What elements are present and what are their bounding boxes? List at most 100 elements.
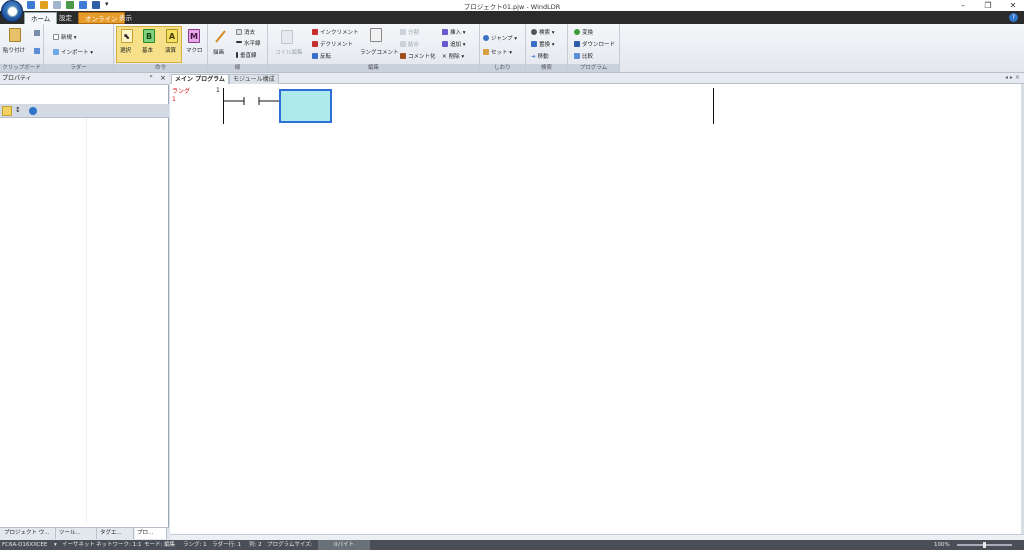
pin-icon[interactable]: ᵖ	[150, 74, 153, 81]
delete-button[interactable]: ✕ 削除 ▾	[442, 52, 464, 60]
restore-button[interactable]: ❐	[980, 0, 996, 11]
convert-button[interactable]: 変換	[574, 28, 593, 36]
rung-number: 1	[172, 96, 176, 103]
status-rung: ラング: 1	[183, 542, 207, 548]
decrement-icon	[312, 41, 318, 47]
replace-icon	[531, 41, 537, 47]
coil-edit-icon	[281, 30, 293, 44]
ladder-editor[interactable]	[170, 84, 1021, 534]
group-label: クリップボード	[0, 64, 43, 72]
cut-icon[interactable]	[34, 30, 40, 36]
hline-icon	[236, 41, 242, 43]
macro-instruction-icon[interactable]: M	[188, 29, 200, 43]
calc-instruction-icon[interactable]: A	[166, 29, 178, 43]
insert-icon	[442, 29, 448, 35]
draw-button[interactable]: 描画	[213, 48, 224, 56]
copy-icon[interactable]	[34, 48, 40, 54]
tab-tools[interactable]: ツール...	[57, 528, 97, 539]
status-connection: イーサネット	[62, 542, 95, 548]
rung-comment-icon[interactable]	[370, 28, 382, 42]
sort-alpha-icon[interactable]: ↕	[15, 106, 21, 114]
status-plc-model[interactable]: FC6A-D16XXCEE	[2, 540, 47, 550]
tab-project-window[interactable]: プロジェクト ウ...	[2, 528, 56, 539]
group-label: 検索	[526, 64, 567, 72]
bookmark-icon	[483, 49, 489, 55]
pencil-icon[interactable]	[214, 29, 226, 43]
info-icon[interactable]	[29, 107, 37, 115]
add-icon	[442, 41, 448, 47]
decrement-button[interactable]: デクリメント	[312, 40, 353, 48]
add-button[interactable]: 追加 ▾	[442, 40, 466, 48]
vline-button[interactable]: 垂直線	[236, 51, 257, 59]
increment-button[interactable]: インクリメント	[312, 28, 359, 36]
tab-view[interactable]: 表示	[113, 12, 138, 24]
line-number: 1	[216, 87, 220, 94]
hline-button[interactable]: 水平線	[236, 39, 261, 47]
panel-close-icon[interactable]: ×	[160, 74, 166, 82]
erase-button[interactable]: 消去	[236, 28, 255, 36]
ribbon-tab-bar	[0, 11, 1024, 24]
ladder-stub-icon	[224, 97, 280, 107]
coil-edit-button[interactable]: コイル編集	[275, 48, 303, 56]
group-label: プログラム	[568, 64, 619, 72]
eraser-icon	[236, 29, 242, 35]
split-button[interactable]: 分割	[400, 28, 419, 36]
invert-icon	[312, 53, 318, 59]
join-icon	[400, 41, 406, 47]
calc-button[interactable]: 演算	[165, 46, 176, 54]
minimize-button[interactable]: –	[955, 0, 971, 11]
status-dropdown-icon[interactable]: ▾	[54, 540, 57, 550]
new-ladder-button[interactable]: 新規 ▾	[53, 33, 77, 41]
properties-divider	[86, 118, 87, 522]
insert-button[interactable]: 挿入 ▾	[442, 28, 466, 36]
properties-toolbar	[0, 104, 169, 118]
compare-button[interactable]: 比較	[574, 52, 593, 60]
zoom-slider-thumb[interactable]	[983, 542, 986, 548]
download-button[interactable]: ダウンロード	[574, 40, 615, 48]
tab-settings[interactable]: 設定	[53, 12, 78, 24]
help-icon[interactable]: ?	[1009, 13, 1018, 22]
rung-header: ラング	[172, 88, 191, 95]
move-button[interactable]: ➜ 移動	[531, 52, 549, 60]
invert-button[interactable]: 反転	[312, 52, 331, 60]
set-bookmark-button[interactable]: セット ▾	[483, 48, 512, 56]
group-label: 編集	[268, 64, 479, 72]
rung-comment-button[interactable]: ラングコメント	[360, 48, 399, 56]
comment-convert-button[interactable]: コメント化	[400, 52, 436, 60]
tab-main-program[interactable]: メイン プログラム	[171, 74, 229, 84]
import-button[interactable]: インポート ▾	[53, 48, 93, 56]
properties-panel	[0, 73, 169, 540]
zoom-level: 100%	[934, 542, 950, 548]
edit-cursor[interactable]	[279, 89, 332, 123]
macro-button[interactable]: マクロ	[186, 46, 203, 54]
find-button[interactable]: 検索 ▾	[531, 28, 555, 36]
status-network: ネットワーク: 1:1	[96, 542, 142, 548]
select-button[interactable]: 選択	[120, 46, 131, 54]
application-menu-button[interactable]	[1, 0, 23, 22]
close-button[interactable]: ✕	[1005, 0, 1021, 11]
group-label: ラダー	[44, 64, 113, 72]
basic-button[interactable]: 基本	[142, 46, 153, 54]
jump-icon	[483, 35, 489, 41]
select-cursor-icon[interactable]: ⬉	[121, 29, 133, 43]
properties-title: プロパティ	[2, 75, 32, 82]
paste-icon[interactable]	[9, 28, 21, 42]
join-button[interactable]: 結合	[400, 40, 419, 48]
group-label: 命令	[114, 64, 207, 72]
paste-button[interactable]: 貼り付け	[3, 46, 25, 54]
app-logo-icon	[7, 6, 18, 17]
status-program-size: 0バイト	[318, 540, 370, 550]
tab-tag-editor[interactable]: タグエ...	[98, 528, 134, 539]
basic-instruction-icon[interactable]: B	[143, 29, 155, 43]
right-power-rail	[713, 88, 714, 124]
group-label: 線	[208, 64, 267, 72]
replace-button[interactable]: 置換 ▾	[531, 40, 555, 48]
tab-properties[interactable]: プロ...	[135, 528, 167, 539]
editor-nav-icons[interactable]: ◂ ▸ ×	[1005, 74, 1020, 81]
categorized-icon[interactable]	[2, 106, 12, 116]
convert-icon	[574, 29, 580, 35]
arrow-right-icon: ➜	[531, 54, 536, 60]
jump-button[interactable]: ジャンプ ▾	[483, 34, 517, 42]
tab-module-config[interactable]: モジュール構成	[229, 74, 279, 84]
window-title: プロジェクト01.pjw - WindLDR	[463, 3, 561, 11]
